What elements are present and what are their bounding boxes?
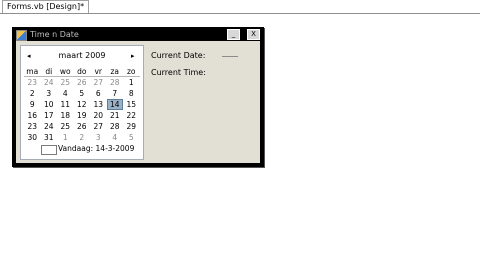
calendar-day[interactable]: 10 [41,99,58,110]
calendar-day[interactable]: 12 [74,99,91,110]
calendar-day[interactable]: 22 [123,110,140,121]
current-date-value-placeholder [222,56,238,57]
calendar-day[interactable]: 25 [57,121,74,132]
form-title: Time n Date [30,30,79,39]
month-calendar[interactable]: ◂ maart 2009 ▸ ma di wo do vr za zo 23 24 25 26 27 2… [20,45,144,160]
next-month-icon[interactable]: ▸ [131,52,135,60]
calendar-day[interactable]: 3 [90,132,107,143]
form-client-area: ◂ maart 2009 ▸ ma di wo do vr za zo 23 24 25 26 27 2… [16,41,260,163]
calendar-day[interactable]: 2 [74,132,91,143]
current-date-label: Current Date: [151,51,206,60]
calendar-day[interactable]: 25 [57,77,74,88]
calendar-day[interactable]: 23 [24,121,41,132]
calendar-day[interactable]: 24 [41,77,58,88]
calendar-day[interactable]: 16 [24,110,41,121]
calendar-day[interactable]: 11 [57,99,74,110]
calendar-day[interactable]: 23 [24,77,41,88]
calendar-grid: ma di wo do vr za zo 23 24 25 26 27 28 1 2 3 4 5 6 7 8 9 10 11 1… [24,66,140,143]
calendar-day[interactable]: 30 [24,132,41,143]
calendar-day[interactable]: 5 [74,88,91,99]
calendar-day[interactable]: 5 [123,132,140,143]
calendar-day[interactable]: 31 [41,132,58,143]
calendar-day[interactable]: 17 [41,110,58,121]
calendar-day[interactable]: 26 [74,77,91,88]
calendar-month-title[interactable]: maart 2009 [21,51,143,61]
form-titlebar[interactable]: Time n Date _ X [13,28,263,41]
calendar-day-selected[interactable]: 14 [106,99,123,110]
calendar-day[interactable]: 8 [123,88,140,99]
calendar-day[interactable]: 3 [41,88,58,99]
calendar-day[interactable]: 21 [107,110,124,121]
calendar-day[interactable]: 28 [107,77,124,88]
today-link[interactable]: Vandaag: 14-3-2009 [58,144,134,154]
today-indicator-icon [41,145,57,155]
calendar-day[interactable]: 27 [90,77,107,88]
calendar-day[interactable]: 4 [107,132,124,143]
calendar-day[interactable]: 1 [57,132,74,143]
calendar-day[interactable]: 19 [74,110,91,121]
calendar-day[interactable]: 4 [57,88,74,99]
minimize-button[interactable]: _ [227,29,240,40]
calendar-day[interactable]: 9 [24,99,41,110]
calendar-day[interactable]: 1 [123,77,140,88]
calendar-day[interactable]: 18 [57,110,74,121]
calendar-day[interactable]: 15 [123,99,140,110]
calendar-day[interactable]: 28 [107,121,124,132]
calendar-day[interactable]: 13 [90,99,107,110]
calendar-day[interactable]: 7 [107,88,124,99]
calendar-day[interactable]: 29 [123,121,140,132]
calendar-day[interactable]: 6 [90,88,107,99]
tab-forms-design[interactable]: Forms.vb [Design]* [2,0,90,13]
weekday-separator [24,76,140,77]
form-window[interactable]: Time n Date _ X ◂ maart 2009 ▸ ma di wo do v… [12,27,264,167]
current-time-label: Current Time: [151,68,206,77]
calendar-day[interactable]: 27 [90,121,107,132]
calendar-day[interactable]: 20 [90,110,107,121]
document-tab-strip: Forms.vb [Design]* [0,0,480,14]
calendar-day[interactable]: 26 [74,121,91,132]
calendar-day[interactable]: 2 [24,88,41,99]
app-icon [16,30,27,41]
close-button[interactable]: X [247,29,260,40]
calendar-day[interactable]: 24 [41,121,58,132]
